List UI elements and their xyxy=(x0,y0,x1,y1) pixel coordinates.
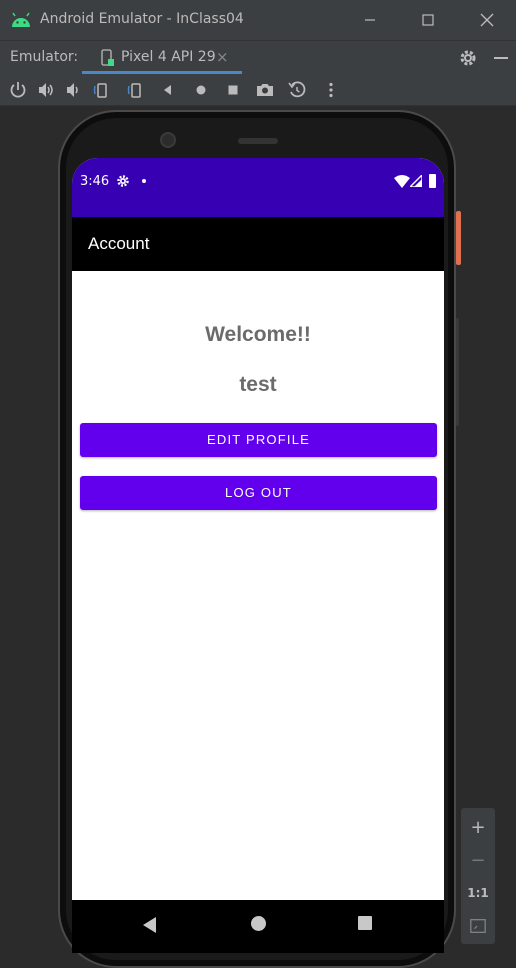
tab-close-icon[interactable]: × xyxy=(216,50,229,65)
status-settings-icon xyxy=(117,175,129,187)
zoom-in-button[interactable]: + xyxy=(461,813,495,843)
window-title-bar: Android Emulator - InClass04 xyxy=(0,0,516,40)
battery-icon xyxy=(429,174,436,188)
device-icon xyxy=(101,49,114,66)
zoom-fit-icon xyxy=(470,919,486,933)
app-bar: Account xyxy=(72,217,444,271)
settings-gear-icon[interactable] xyxy=(457,47,479,69)
emulator-label: Emulator: xyxy=(10,49,79,65)
screenshot-icon[interactable] xyxy=(255,80,275,100)
home-icon[interactable] xyxy=(191,80,211,100)
earpiece-speaker xyxy=(238,138,278,144)
wifi-icon xyxy=(394,175,410,188)
back-icon[interactable] xyxy=(158,80,178,100)
emulator-tab-row: Emulator: Pixel 4 API 29 × xyxy=(0,40,516,74)
app-bar-title: Account xyxy=(88,234,150,253)
phone-screen: 3:46 Account Welcome!! test EDIT PROFILE xyxy=(72,158,444,953)
zoom-out-button[interactable]: − xyxy=(461,846,495,876)
tab-pixel-4-api-29[interactable]: Pixel 4 API 29 × xyxy=(82,41,242,74)
rotate-left-icon[interactable] xyxy=(92,80,112,100)
volume-down-icon[interactable] xyxy=(64,80,84,100)
emulator-controls xyxy=(0,74,516,106)
nav-back-icon[interactable] xyxy=(142,916,158,934)
rotate-right-icon[interactable] xyxy=(126,80,146,100)
minimize-icon xyxy=(365,19,375,21)
maximize-button[interactable] xyxy=(414,6,442,34)
account-content: Welcome!! test EDIT PROFILE LOG OUT xyxy=(72,271,444,900)
maximize-icon xyxy=(422,14,434,26)
zoom-panel: + − 1:1 xyxy=(461,808,495,944)
signal-icon xyxy=(410,175,422,187)
close-window-button[interactable] xyxy=(473,6,501,34)
hide-panel-icon[interactable] xyxy=(490,47,512,69)
zoom-actual-size-button[interactable]: 1:1 xyxy=(461,878,495,908)
side-volume-button[interactable] xyxy=(456,318,459,426)
side-power-button[interactable] xyxy=(456,211,461,265)
nav-recents-icon[interactable] xyxy=(358,916,372,930)
overview-icon[interactable] xyxy=(223,80,243,100)
snapshot-icon[interactable] xyxy=(287,80,307,100)
more-icon[interactable] xyxy=(321,80,341,100)
emulator-window: Android Emulator - InClass04 Emulator: P… xyxy=(0,0,516,968)
zoom-fit-button[interactable] xyxy=(461,911,495,941)
edit-profile-button[interactable]: EDIT PROFILE xyxy=(80,423,437,457)
android-icon xyxy=(12,12,30,27)
window-title: Android Emulator - InClass04 xyxy=(40,11,244,27)
front-camera xyxy=(160,132,176,148)
volume-up-icon[interactable] xyxy=(36,80,56,100)
minimize-button[interactable] xyxy=(356,6,384,34)
status-time: 3:46 xyxy=(80,174,110,189)
power-icon[interactable] xyxy=(8,80,28,100)
system-nav-bar xyxy=(72,900,444,953)
welcome-text: Welcome!! xyxy=(205,323,311,346)
username-text: test xyxy=(239,373,277,396)
close-icon xyxy=(480,13,494,27)
status-bar: 3:46 xyxy=(72,158,444,217)
logout-button[interactable]: LOG OUT xyxy=(80,476,437,510)
notification-dot-icon xyxy=(142,179,146,183)
nav-home-icon[interactable] xyxy=(251,916,266,931)
tab-label: Pixel 4 API 29 xyxy=(121,49,216,65)
